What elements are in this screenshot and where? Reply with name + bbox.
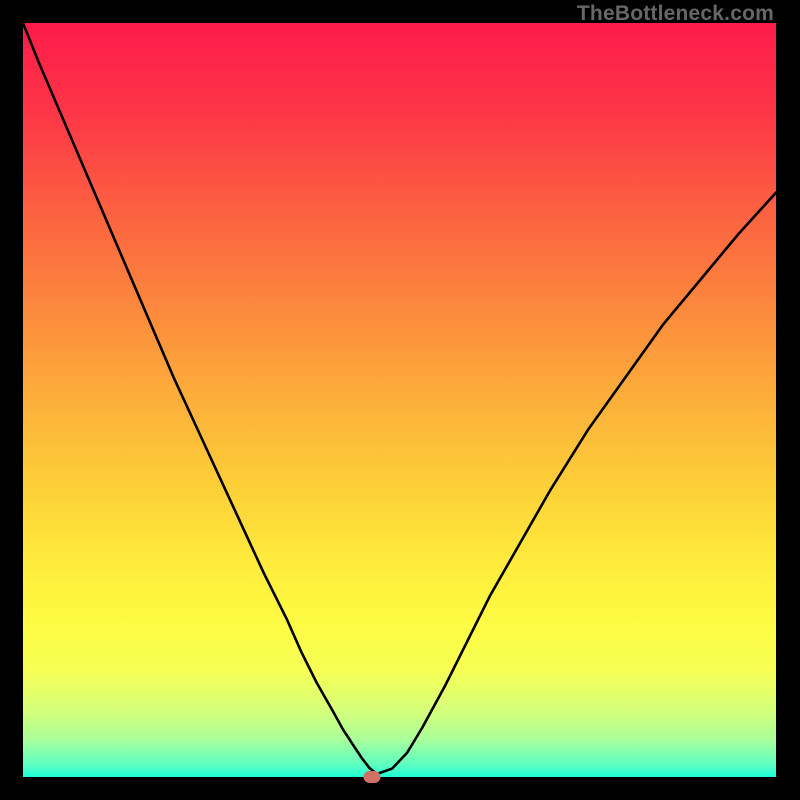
bottleneck-marker	[363, 771, 380, 783]
gradient-background	[23, 23, 776, 777]
chart-svg	[23, 23, 776, 777]
watermark-text: TheBottleneck.com	[577, 2, 774, 26]
chart-frame	[23, 23, 776, 777]
